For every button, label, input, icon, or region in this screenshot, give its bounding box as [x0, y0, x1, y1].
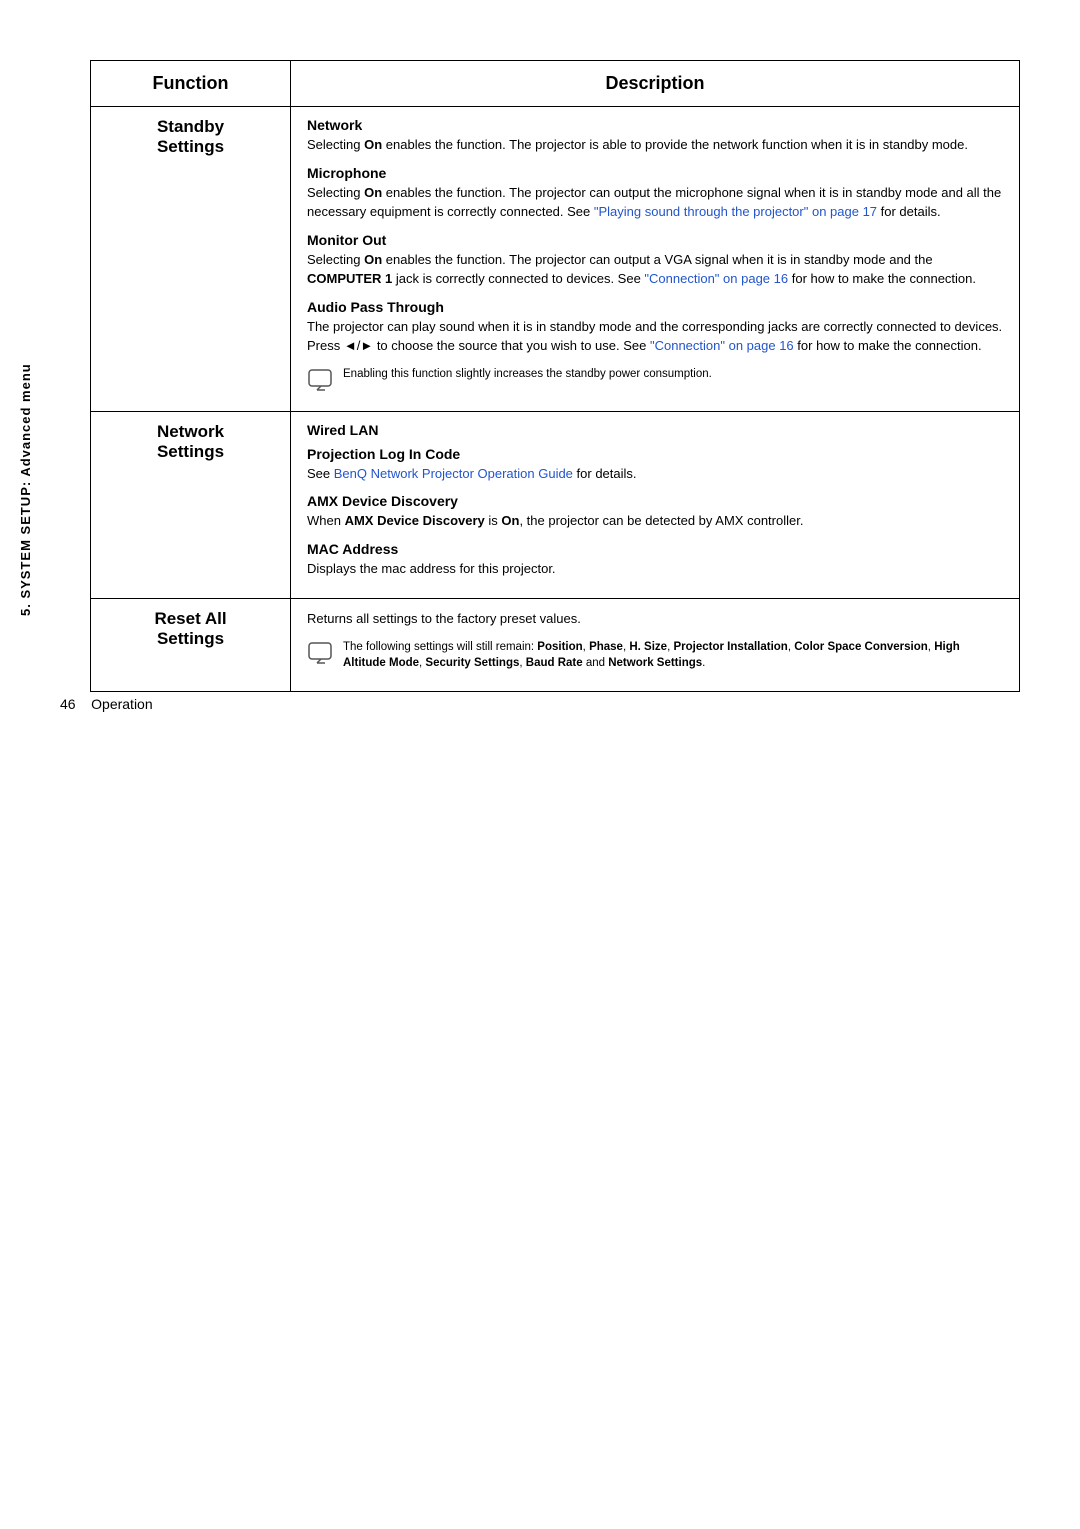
section-wired-lan: Wired LAN [307, 422, 1003, 438]
note-icon-audio [307, 367, 335, 391]
table-row: Reset AllSettings Returns all settings t… [91, 599, 1020, 692]
header-function: Function [91, 61, 291, 107]
note-text-audio: Enabling this function slightly increase… [343, 366, 712, 382]
table-row: StandbySettings Network Selecting On ena… [91, 107, 1020, 412]
note-reset: The following settings will still remain… [307, 639, 1003, 671]
section-text-monitor-out: Selecting On enables the function. The p… [307, 250, 1003, 289]
section-text-projection-log: See BenQ Network Projector Operation Gui… [307, 464, 1003, 484]
main-table: Function Description StandbySettings Net… [90, 60, 1020, 692]
description-cell-reset: Returns all settings to the factory pres… [291, 599, 1020, 692]
function-label-reset: Reset AllSettings [154, 609, 226, 648]
table-row: NetworkSettings Wired LAN Projection Log… [91, 411, 1020, 599]
header-description: Description [291, 61, 1020, 107]
section-mac: MAC Address Displays the mac address for… [307, 541, 1003, 579]
note-icon-reset [307, 640, 335, 664]
function-label-network: NetworkSettings [157, 422, 224, 461]
link-benq-guide[interactable]: BenQ Network Projector Operation Guide [334, 466, 573, 481]
sidebar-label: 5. SYSTEM SETUP: Advanced menu [18, 140, 33, 840]
section-microphone: Microphone Selecting On enables the func… [307, 165, 1003, 222]
note-audio: Enabling this function slightly increase… [307, 366, 1003, 391]
section-audio-pass-through: Audio Pass Through The projector can pla… [307, 299, 1003, 391]
function-cell-standby: StandbySettings [91, 107, 291, 412]
section-title-monitor-out: Monitor Out [307, 232, 1003, 248]
page-number: 46 [60, 696, 76, 712]
link-connection-monitor[interactable]: "Connection" on page 16 [644, 271, 788, 286]
section-amx: AMX Device Discovery When AMX Device Dis… [307, 493, 1003, 531]
section-text-mac: Displays the mac address for this projec… [307, 559, 1003, 579]
section-title-mac: MAC Address [307, 541, 1003, 557]
function-cell-network: NetworkSettings [91, 411, 291, 599]
section-title-network: Network [307, 117, 1003, 133]
section-text-amx: When AMX Device Discovery is On, the pro… [307, 511, 1003, 531]
link-connection-audio[interactable]: "Connection" on page 16 [650, 338, 794, 353]
section-title-microphone: Microphone [307, 165, 1003, 181]
note-text-reset: The following settings will still remain… [343, 639, 1003, 671]
section-text-microphone: Selecting On enables the function. The p… [307, 183, 1003, 222]
section-network: Network Selecting On enables the functio… [307, 117, 1003, 155]
function-label-standby: StandbySettings [157, 117, 224, 156]
function-cell-reset: Reset AllSettings [91, 599, 291, 692]
footer-label: Operation [91, 696, 152, 712]
section-title-amx: AMX Device Discovery [307, 493, 1003, 509]
section-title-audio: Audio Pass Through [307, 299, 1003, 315]
section-projection-log: Projection Log In Code See BenQ Network … [307, 446, 1003, 484]
section-title-wired-lan: Wired LAN [307, 422, 1003, 438]
section-monitor-out: Monitor Out Selecting On enables the fun… [307, 232, 1003, 289]
description-cell-standby: Network Selecting On enables the functio… [291, 107, 1020, 412]
section-text-network: Selecting On enables the function. The p… [307, 135, 1003, 155]
link-playing-sound[interactable]: "Playing sound through the projector" on… [594, 204, 877, 219]
section-text-reset-main: Returns all settings to the factory pres… [307, 609, 1003, 629]
footer: 46 Operation [60, 696, 153, 712]
section-title-projection-log: Projection Log In Code [307, 446, 1003, 462]
section-text-audio: The projector can play sound when it is … [307, 317, 1003, 356]
description-cell-network: Wired LAN Projection Log In Code See Ben… [291, 411, 1020, 599]
